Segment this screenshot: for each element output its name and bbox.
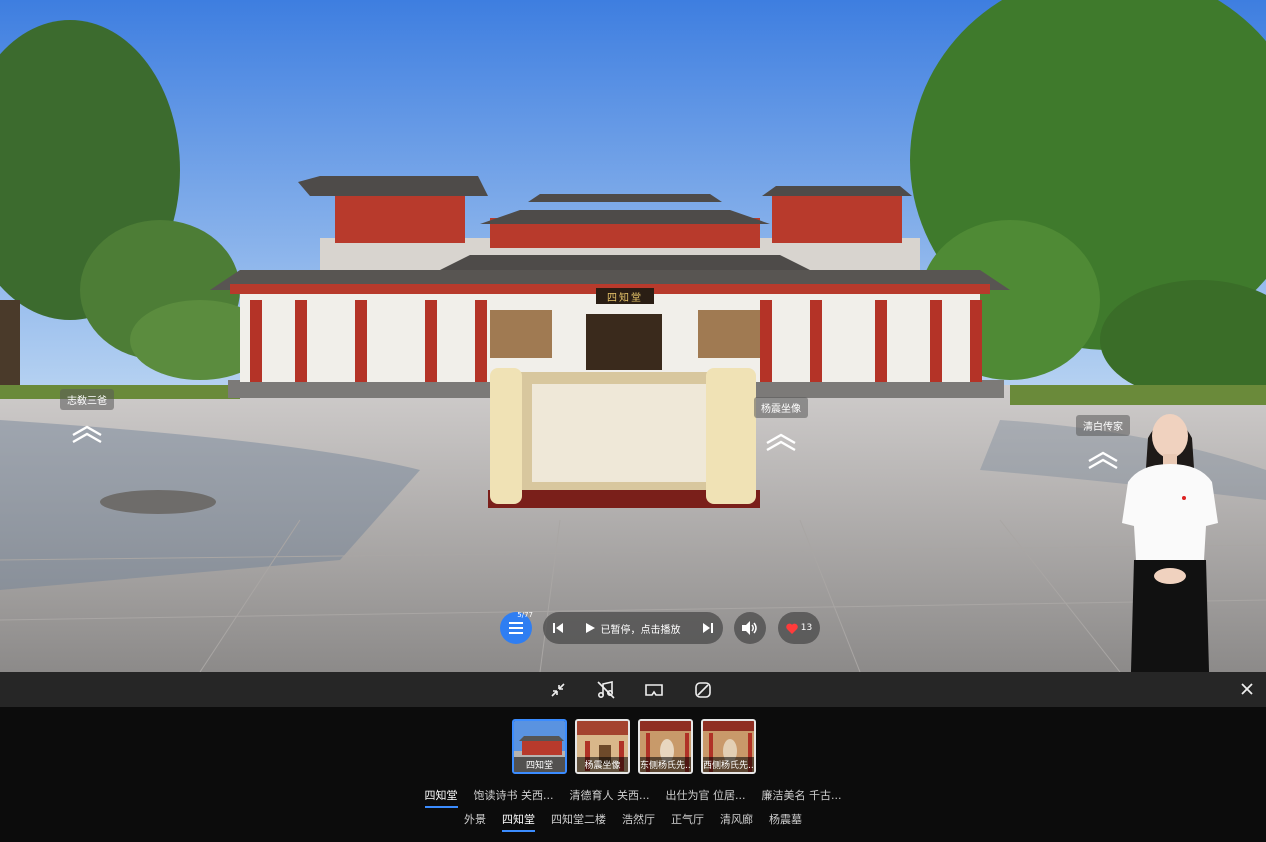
hotspot-label: 志敎三爸 bbox=[60, 389, 114, 410]
play-toggle[interactable]: 已暂停，点击播放 bbox=[585, 621, 681, 636]
group-tab[interactable]: 四知堂 bbox=[502, 811, 535, 832]
virtual-guide-avatar bbox=[1122, 414, 1218, 708]
scene-thumbnail[interactable]: 东侧杨氏先... bbox=[638, 719, 693, 774]
scene-tab[interactable]: 清德育人 关西... bbox=[570, 787, 650, 808]
vr-glasses-icon[interactable] bbox=[644, 680, 664, 700]
like-count: 13 bbox=[800, 623, 813, 633]
panorama-image bbox=[0, 0, 1266, 672]
scene-thumbnail[interactable]: 杨震坐像 bbox=[575, 719, 630, 774]
player-status: 已暂停，点击播放 bbox=[600, 624, 681, 636]
menu-icon bbox=[509, 622, 523, 634]
hotspot-label: 杨震坐像 bbox=[754, 397, 808, 418]
group-tab[interactable]: 杨震墓 bbox=[769, 811, 802, 832]
scene-tab[interactable]: 廉洁美名 千古... bbox=[762, 787, 842, 808]
hotspot-zhijiao-sanba[interactable]: 志敎三爸 bbox=[60, 389, 114, 444]
audio-player: 已暂停，点击播放 bbox=[543, 612, 723, 644]
scene-tab[interactable]: 四知堂 bbox=[424, 787, 458, 808]
heart-icon bbox=[786, 623, 798, 634]
collapse-icon[interactable] bbox=[548, 680, 568, 700]
gyroscope-icon[interactable] bbox=[693, 680, 713, 700]
sound-button[interactable] bbox=[734, 612, 766, 644]
music-off-icon[interactable] bbox=[596, 680, 616, 700]
like-button[interactable]: 13 bbox=[778, 612, 820, 644]
next-icon[interactable] bbox=[703, 623, 713, 633]
group-tab[interactable]: 清风廊 bbox=[720, 811, 753, 832]
playlist-badge: 5/77 bbox=[517, 611, 533, 619]
scene-tab-row: 四知堂 饱读诗书 关西... 清德育人 关西... 出仕为官 位居... 廉洁美… bbox=[0, 787, 1266, 808]
view-toolbar bbox=[0, 672, 1266, 707]
group-tab-row: 外景 四知堂 四知堂二楼 浩然厅 正气厅 清风廊 杨震墓 bbox=[0, 811, 1266, 832]
scene-thumbnails: 四知堂 杨震坐像 东侧杨氏先... 西侧杨氏先... bbox=[512, 719, 756, 774]
group-tab[interactable]: 浩然厅 bbox=[622, 811, 655, 832]
scene-tab[interactable]: 饱读诗书 关西... bbox=[474, 787, 554, 808]
hotspot-yangzhen-statue[interactable]: 杨震坐像 bbox=[754, 397, 808, 452]
group-tab[interactable]: 正气厅 bbox=[671, 811, 704, 832]
group-tab[interactable]: 外景 bbox=[464, 811, 486, 832]
scene-thumbnail[interactable]: 西侧杨氏先... bbox=[701, 719, 756, 774]
speaker-icon bbox=[742, 621, 757, 635]
chevron-up-icon bbox=[72, 425, 102, 444]
chevron-up-icon bbox=[766, 433, 796, 452]
play-icon bbox=[585, 623, 595, 633]
scene-tab[interactable]: 出仕为官 位居... bbox=[666, 787, 746, 808]
playlist-menu-button[interactable]: 5/77 bbox=[500, 611, 533, 644]
scene-thumbnail[interactable]: 四知堂 bbox=[512, 719, 567, 774]
previous-icon[interactable] bbox=[553, 623, 563, 633]
building-signboard: 四知堂 bbox=[607, 293, 643, 304]
scene-selector-panel: 四知堂 杨震坐像 东侧杨氏先... 西侧杨氏先... 四知堂 饱读诗书 关西..… bbox=[0, 707, 1266, 842]
group-tab[interactable]: 四知堂二楼 bbox=[551, 811, 606, 832]
close-icon[interactable] bbox=[1238, 680, 1256, 698]
panorama-view[interactable]: 志敎三爸 杨震坐像 清白传家 四知堂 5/77 已暂停，点击播放 13 bbox=[0, 0, 1266, 672]
